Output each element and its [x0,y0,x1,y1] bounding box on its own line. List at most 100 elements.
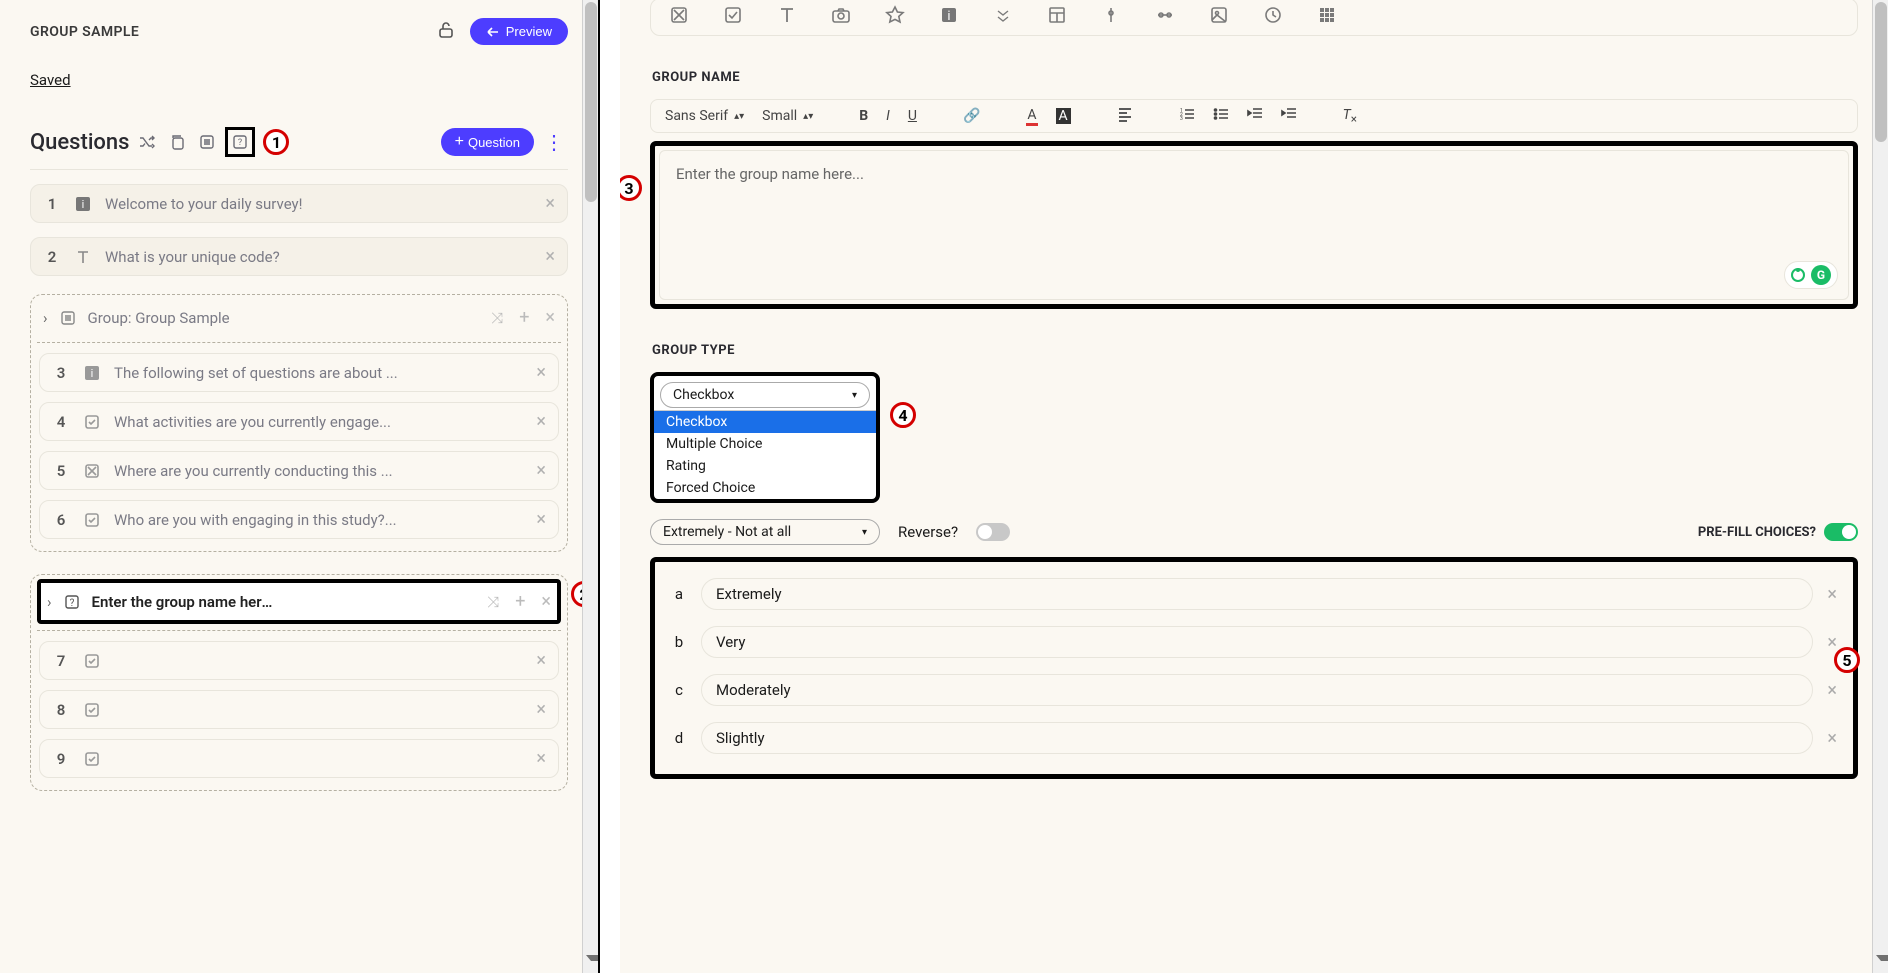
preview-label: Preview [506,24,552,39]
lock-icon[interactable] [436,20,456,44]
close-icon[interactable]: × [545,246,555,267]
italic-icon[interactable]: I [886,108,890,124]
close-icon[interactable]: × [536,509,546,530]
close-icon[interactable]: × [536,650,546,671]
choice-row: b Very × [671,626,1837,658]
question-row[interactable]: 9 × [39,739,559,778]
shuffle-icon[interactable]: ⤨ [491,309,503,327]
grid-icon[interactable] [1317,5,1337,29]
clear-format-icon[interactable]: T× [1343,107,1357,126]
group-type-option[interactable]: Checkbox [654,411,876,433]
question-number: 8 [52,701,70,719]
question-number: 9 [52,750,70,768]
choice-input[interactable]: Moderately [701,674,1813,706]
slider-vertical-icon[interactable] [1101,5,1121,29]
question-row[interactable]: 4 What activities are you currently enga… [39,402,559,441]
close-icon[interactable]: × [541,591,551,612]
list-ul-icon[interactable] [1213,106,1229,126]
question-row[interactable]: 2 What is your unique code? × [30,237,568,276]
close-icon[interactable]: × [1827,632,1837,653]
question-row[interactable]: 5 Where are you currently conducting thi… [39,451,559,490]
group-name-editor[interactable]: Enter the group name here... G [659,150,1849,300]
annotation-badge-3: 3 [620,175,642,201]
plus-icon[interactable]: + [513,307,535,328]
plus-icon[interactable]: + [509,591,531,612]
close-icon[interactable]: × [1827,728,1837,749]
collapse-icon[interactable] [993,5,1013,29]
prefill-toggle[interactable] [1824,523,1858,541]
outdent-icon[interactable] [1247,106,1263,126]
font-select[interactable]: Sans Serif▴▾ [665,108,744,124]
close-icon[interactable]: × [536,460,546,481]
close-icon[interactable]: × [536,699,546,720]
choice-input[interactable]: Very [701,626,1813,658]
list-icon[interactable] [195,130,219,154]
choice-input[interactable]: Extremely [701,578,1813,610]
highlight-icon[interactable]: A [1056,108,1071,124]
indent-icon[interactable] [1281,106,1297,126]
question-row[interactable]: 7 × [39,641,559,680]
close-icon[interactable]: × [1827,680,1837,701]
close-icon[interactable]: × [545,307,555,328]
multi-icon [82,461,102,481]
info-icon[interactable]: i [939,5,959,29]
question-row[interactable]: 1 i Welcome to your daily survey! × [30,184,568,223]
size-select[interactable]: Small▴▾ [762,108,813,124]
layout-icon[interactable] [1047,5,1067,29]
close-icon[interactable]: × [536,748,546,769]
group-type-select[interactable]: Checkbox▾ [660,382,870,408]
text-icon[interactable] [777,5,797,29]
underline-icon[interactable]: U [908,108,917,124]
shuffle-icon[interactable]: ⤨ [487,593,499,611]
add-question-button[interactable]: + Question [441,128,534,156]
reverse-toggle[interactable] [976,523,1010,541]
close-icon[interactable]: × [536,411,546,432]
svg-text:i: i [947,9,950,24]
group-header[interactable]: › ? Enter the group name here... ⤨ + × [37,579,561,624]
align-icon[interactable] [1117,106,1133,126]
chevron-right-icon[interactable]: › [43,309,48,327]
preview-button[interactable]: Preview [470,18,568,45]
info-icon: i [73,194,93,214]
question-row[interactable]: 8 × [39,690,559,729]
close-icon[interactable]: × [1827,584,1837,605]
camera-icon[interactable] [831,5,851,29]
group-header[interactable]: › Group: Group Sample ⤨ + × [37,299,561,336]
checkbox-icon [82,651,102,671]
checkbox-icon[interactable] [723,5,743,29]
grammarly-widget[interactable]: G [1784,261,1838,289]
shuffle-icon[interactable] [135,130,159,154]
group-type-option[interactable]: Multiple Choice [654,433,876,455]
image-icon[interactable] [1209,5,1229,29]
question-row[interactable]: 6 Who are you with engaging in this stud… [39,500,559,539]
more-menu-icon[interactable]: ⋮ [540,130,568,154]
text-icon [73,247,93,267]
scrollbar[interactable] [1872,0,1888,973]
slider-horizontal-icon[interactable] [1155,5,1175,29]
prefill-scale-select[interactable]: Extremely - Not at all▾ [650,519,880,545]
link-icon[interactable]: 🔗 [963,108,980,124]
question-row[interactable]: 3 i The following set of questions are a… [39,353,559,392]
group-type-select-highlight: Checkbox▾ Checkbox Multiple Choice Ratin… [650,372,880,503]
group-type-option[interactable]: Rating [654,455,876,477]
add-group-icon[interactable]: ? [225,127,255,157]
multi-icon[interactable] [669,5,689,29]
question-number: 1 [43,195,61,213]
choice-input[interactable]: Slightly [701,722,1813,754]
bold-icon[interactable]: B [859,108,868,124]
list-ol-icon[interactable]: 123 [1179,106,1195,126]
close-icon[interactable]: × [545,193,555,214]
star-icon[interactable] [885,5,905,29]
group-type-dropdown: Checkbox Multiple Choice Rating Forced C… [654,410,876,499]
chevron-right-icon[interactable]: › [47,593,52,611]
question-group: › Group: Group Sample ⤨ + × 3 i The foll… [30,294,568,552]
font-color-icon[interactable]: A [1026,107,1037,126]
scrollbar[interactable] [582,0,598,973]
clock-icon[interactable] [1263,5,1283,29]
info-icon: i [82,363,102,383]
grammarly-status-icon [1791,268,1805,282]
close-icon[interactable]: × [536,362,546,383]
saved-status[interactable]: Saved [30,71,568,89]
group-type-option[interactable]: Forced Choice [654,477,876,499]
copy-icon[interactable] [165,130,189,154]
